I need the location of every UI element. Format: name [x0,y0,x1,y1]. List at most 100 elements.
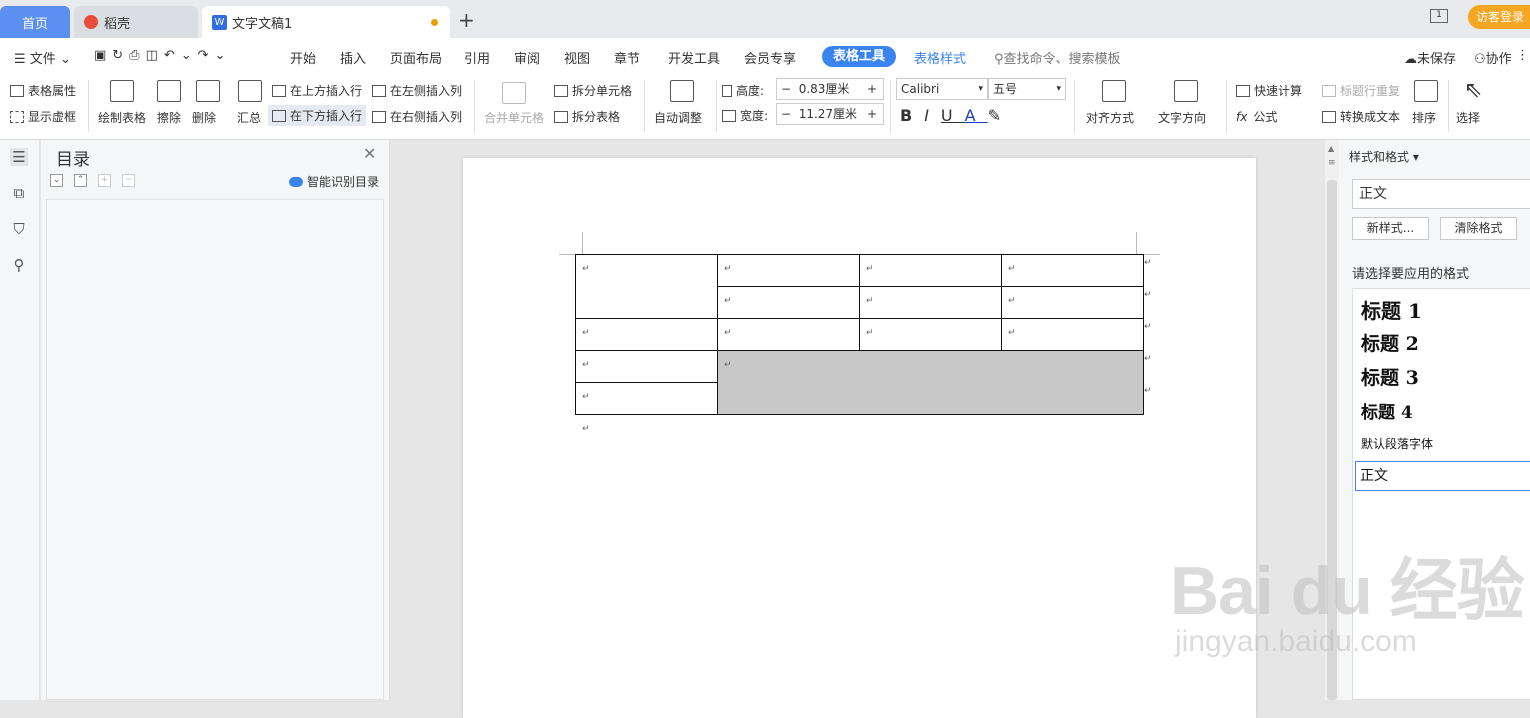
expand-icon[interactable]: ⌄ [50,174,63,187]
collab-icon: ⚇ [1474,52,1486,67]
tab-daoke[interactable]: 稻壳 [74,6,198,38]
outline-icon[interactable]: ⧉ [10,184,28,202]
clear-format-button[interactable]: 清除格式 [1440,217,1517,240]
insert-col-right-icon [372,110,386,123]
document-page[interactable]: ↵ ↵ ↵ ↵ ↵ ↵ ↵ ↵ ↵ ↵ ↵ ↵ ↵ ↵ ↵ ↵ ↵ ↵ ↵ ↵ [463,158,1256,718]
font-select[interactable]: Calibri ▾ [896,78,988,100]
bookmark-icon[interactable]: ⛉ [10,220,28,238]
divider [474,80,475,132]
style-heading-2[interactable]: 标题 2 [1361,329,1419,356]
style-heading-3[interactable]: 标题 3 [1361,363,1419,390]
width-stepper[interactable]: − 11.27厘米 + [776,103,884,125]
left-sidebar: ☰ ⧉ ⛉ ⚲ [0,140,40,700]
menu-start[interactable]: 开始 [290,48,316,67]
text-direction-label: 文字方向 [1158,111,1207,125]
format-buttons[interactable]: B I U A ✎ [900,106,1013,125]
formula-icon: fx [1236,109,1248,124]
width-plus[interactable]: + [867,104,877,124]
insert-row-above-button[interactable]: 在上方插入行 [272,82,362,99]
italic-icon[interactable]: I [924,106,941,125]
add-icon[interactable]: + [98,174,111,187]
insert-row-below-button[interactable]: 在下方插入行 [268,105,367,126]
menu-view[interactable]: 视图 [564,48,590,67]
insert-col-right-button[interactable]: 在右侧插入列 [372,108,462,125]
file-menu-label: 文件 [29,52,56,67]
collab-button[interactable]: ⚇协作 [1474,48,1512,67]
tab-document-label: 文字文稿1 [232,16,293,32]
eraser-icon [157,80,181,102]
height-plus[interactable]: + [867,79,877,99]
convert-text-button[interactable]: 转换成文本 [1322,108,1400,125]
unsaved-button[interactable]: ☁未保存 [1404,48,1456,67]
header-repeat-icon [1322,84,1336,97]
height-stepper[interactable]: − 0.83厘米 + [776,78,884,100]
new-style-button[interactable]: 新样式... [1352,217,1429,240]
style-heading-4[interactable]: 标题 4 [1361,398,1413,423]
header-repeat-button[interactable]: 标题行重复 [1322,82,1400,99]
search-icon[interactable]: ⚲ [10,256,28,274]
bold-icon[interactable]: B [900,106,924,125]
style-panel-header[interactable]: 样式和格式 ▾ [1349,148,1419,165]
paragraph-mark: ↵ [582,392,590,402]
menu-page-layout[interactable]: 页面布局 [390,48,442,67]
current-style-field[interactable]: 正文 [1352,179,1530,209]
paragraph-mark: ↵ [724,360,732,370]
smart-toc-button[interactable]: 智能识别目录 [289,173,379,190]
paragraph-mark: ↵ [866,264,874,274]
menu-chapter[interactable]: 章节 [614,48,640,67]
formula-button[interactable]: fx 公式 [1236,108,1277,125]
divider [1448,80,1449,132]
new-tab-button[interactable]: + [458,8,475,32]
margin-mark [1136,232,1137,254]
convert-text-icon [1322,110,1336,123]
highlight-icon[interactable]: ✎ [988,106,1013,125]
font-color-icon[interactable]: A [965,106,988,125]
file-menu[interactable]: ☰ 文件 ⌄ [14,48,71,67]
paragraph-mark: ↵ [1144,290,1152,300]
toc-title: 目录 [56,150,90,170]
smart-toc-label: 智能识别目录 [307,175,380,189]
command-search[interactable]: ⚲查找命令、搜索模板 [994,48,1121,67]
tab-daoke-label: 稻壳 [104,16,131,32]
menu-review[interactable]: 审阅 [514,48,540,67]
menu-insert[interactable]: 插入 [340,48,366,67]
more-icon[interactable]: ⋮ [1516,48,1529,63]
split-cell-icon [554,84,568,97]
tab-document[interactable]: W 文字文稿1 [202,6,450,38]
auto-fit-icon [670,80,694,102]
window-layout-icon[interactable]: 1 [1430,9,1448,23]
menu-reference[interactable]: 引用 [464,48,490,67]
font-size-select[interactable]: 五号 ▾ [988,78,1066,100]
menu-member[interactable]: 会员专享 [744,48,796,67]
font-value: Calibri [901,82,940,96]
insert-col-left-button[interactable]: 在左侧插入列 [372,82,462,99]
menu-table-style[interactable]: 表格样式 [914,48,966,67]
quick-access-icons[interactable]: ▣↻⎙◫↶⌄↷⌄ [94,48,231,63]
underline-icon[interactable]: U [941,106,965,125]
summary-label: 汇总 [237,111,262,125]
scroll-up-icon[interactable]: ▲ [1328,144,1334,153]
collapse-icon[interactable]: ⌃ [74,174,87,187]
merged-cell[interactable] [717,350,1143,414]
style-body-text[interactable]: 正文 [1355,461,1530,491]
insert-row-above-icon [272,84,286,97]
table-properties-label: 表格属性 [28,84,77,98]
divider [716,80,717,132]
menu-dev-tools[interactable]: 开发工具 [668,48,720,67]
menu-table-tools[interactable]: 表格工具 [822,46,896,67]
split-table-button[interactable]: 拆分表格 [554,108,620,125]
split-cell-button[interactable]: 拆分单元格 [554,82,632,99]
remove-icon[interactable]: − [122,174,135,187]
login-button[interactable]: 访客登录 [1468,5,1530,29]
style-default-font[interactable]: 默认段落字体 [1361,435,1433,452]
show-grid-button[interactable]: 显示虚框 [10,108,76,125]
close-icon[interactable]: ✕ [363,144,376,163]
paragraph-mark: ↵ [724,264,732,274]
scroll-settings-icon[interactable]: ≡ [1328,158,1336,168]
style-heading-1[interactable]: 标题 1 [1361,295,1422,324]
tab-home[interactable]: 首页 [0,6,70,38]
quick-calc-button[interactable]: 快速计算 [1236,82,1302,99]
paragraph-mark: ↵ [866,328,874,338]
toc-icon[interactable]: ☰ [10,148,28,166]
table-properties-button[interactable]: 表格属性 [10,82,76,99]
